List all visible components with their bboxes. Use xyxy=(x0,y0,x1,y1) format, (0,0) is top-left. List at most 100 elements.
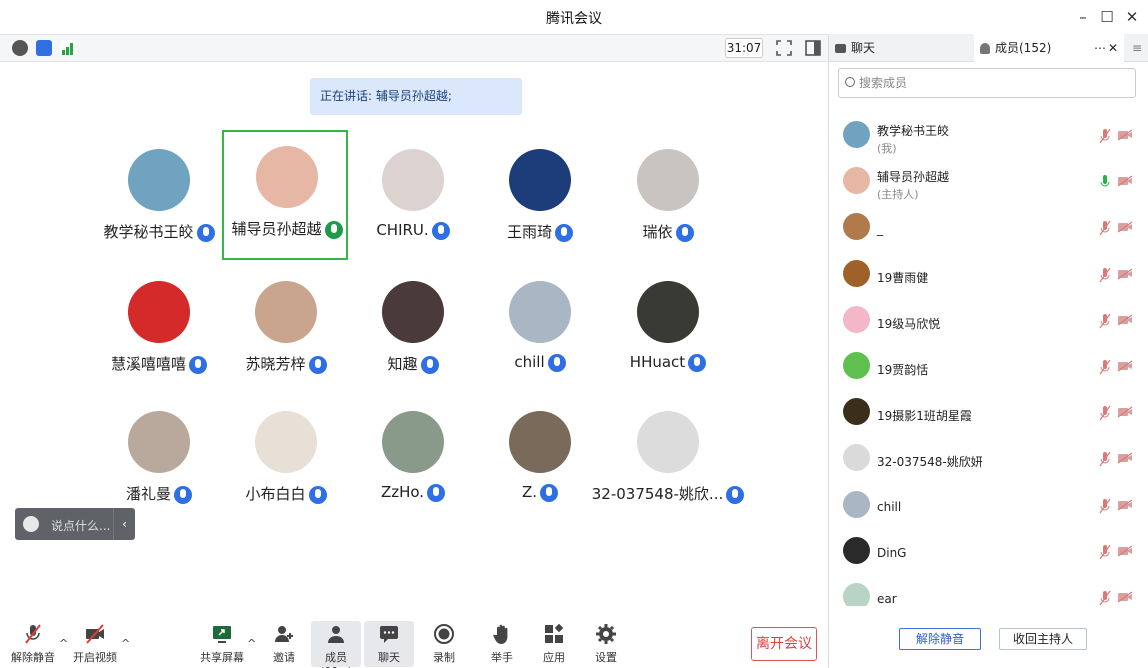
participant-name-text: 辅导员孙超越 xyxy=(231,220,322,238)
video-off-icon[interactable] xyxy=(1117,406,1133,418)
signal-icon[interactable] xyxy=(60,40,76,56)
mic-icon xyxy=(675,223,694,242)
apps-button[interactable]: 应用 xyxy=(529,621,579,667)
member-row[interactable]: 19摄影1班胡星霞 xyxy=(829,391,1148,437)
mic-muted-icon[interactable] xyxy=(1099,544,1111,560)
share-screen-label: 共享屏幕 xyxy=(200,651,244,664)
participant-tile[interactable]: 辅导员孙超越 xyxy=(222,130,348,260)
member-row[interactable]: 19贾韵恬 xyxy=(829,345,1148,391)
record-button[interactable]: 录制 xyxy=(419,621,469,667)
member-name: 32-037548-姚欣妍 xyxy=(877,455,983,469)
mic-muted-icon[interactable] xyxy=(1099,359,1111,375)
avatar xyxy=(128,281,190,343)
share-options-chevron-icon[interactable]: ^ xyxy=(247,637,256,650)
mic-icon xyxy=(688,353,707,372)
participant-name-text: 小布白白 xyxy=(245,485,306,503)
mic-muted-icon[interactable] xyxy=(1099,498,1111,514)
say-something-placeholder: 说点什么... xyxy=(51,519,111,533)
video-off-icon[interactable] xyxy=(1117,314,1133,326)
mic-muted-icon[interactable] xyxy=(1099,590,1111,606)
avatar xyxy=(843,352,870,379)
mic-on-icon[interactable] xyxy=(1099,174,1111,190)
share-screen-button[interactable]: 共享屏幕 xyxy=(197,621,247,667)
info-icon[interactable] xyxy=(12,40,28,56)
unmute-label: 解除静音 xyxy=(11,651,55,664)
start-video-label: 开启视频 xyxy=(73,651,117,664)
participant-name: HHuact xyxy=(585,353,751,372)
video-off-icon[interactable] xyxy=(1117,360,1133,372)
invite-button[interactable]: 邀请 xyxy=(259,621,309,667)
participant-tile[interactable]: 32-037548-姚欣... xyxy=(592,397,745,519)
member-row[interactable]: chill xyxy=(829,484,1148,530)
menu-icon[interactable]: ≡ xyxy=(1127,34,1147,62)
mic-icon xyxy=(547,353,566,372)
shield-icon[interactable] xyxy=(36,40,52,56)
member-row[interactable]: 19曹雨健 xyxy=(829,253,1148,299)
tab-chat[interactable]: 聊天 xyxy=(829,34,974,62)
participant-name-text: 潘礼曼 xyxy=(125,485,171,503)
mic-muted-icon[interactable] xyxy=(1099,128,1111,144)
more-icon[interactable]: ⋯ xyxy=(1094,34,1106,62)
member-name: 19摄影1班胡星霞 xyxy=(877,409,972,423)
close-icon[interactable]: ✕ xyxy=(1121,6,1143,28)
participant-tile[interactable]: 瑞依 xyxy=(605,135,731,257)
settings-button[interactable]: 设置 xyxy=(581,621,631,667)
minimize-icon[interactable]: – xyxy=(1072,6,1094,28)
video-off-icon[interactable] xyxy=(1117,545,1133,557)
video-off-icon[interactable] xyxy=(1117,268,1133,280)
member-name: 19贾韵恬 xyxy=(877,363,929,377)
participant-tile[interactable]: HHuact xyxy=(605,267,731,389)
share-screen-icon xyxy=(213,626,231,643)
mic-icon xyxy=(427,483,446,502)
emoji-icon[interactable] xyxy=(23,516,39,532)
fullscreen-icon[interactable] xyxy=(774,38,794,58)
mic-muted-icon[interactable] xyxy=(1099,405,1111,421)
avatar xyxy=(637,149,699,211)
members-icon xyxy=(328,626,344,643)
start-video-button[interactable]: 开启视频 xyxy=(70,621,120,667)
member-search-input[interactable]: 搜索成员 xyxy=(838,68,1136,98)
gear-icon xyxy=(596,624,616,644)
collapse-chevron-icon[interactable]: ‹ xyxy=(113,508,135,540)
mic-muted-icon[interactable] xyxy=(1099,267,1111,283)
video-off-icon[interactable] xyxy=(1117,452,1133,464)
video-off-icon[interactable] xyxy=(1117,591,1133,603)
chat-button[interactable]: 聊天 xyxy=(364,621,414,667)
close-panel-icon[interactable]: ✕ xyxy=(1108,34,1118,62)
leave-meeting-button[interactable]: 离开会议 xyxy=(751,627,817,661)
mic-icon xyxy=(420,355,439,374)
member-name: 19曹雨健 xyxy=(877,271,929,285)
video-off-icon[interactable] xyxy=(1117,129,1133,141)
member-row[interactable]: 教学秘书王皎 (我) xyxy=(829,114,1148,160)
mic-options-chevron-icon[interactable]: ^ xyxy=(59,637,68,650)
unmute-all-button[interactable]: 解除静音 xyxy=(899,628,981,650)
avatar xyxy=(382,411,444,473)
video-off-icon[interactable] xyxy=(1117,175,1133,187)
member-row[interactable]: 19级马欣悦 xyxy=(829,299,1148,345)
layout-icon[interactable] xyxy=(803,38,823,58)
member-row[interactable]: _ xyxy=(829,206,1148,252)
member-role: (我) xyxy=(877,142,897,155)
member-row[interactable]: 辅导员孙超越 (主持人) xyxy=(829,160,1148,206)
video-off-icon[interactable] xyxy=(1117,499,1133,511)
video-off-icon[interactable] xyxy=(1117,221,1133,233)
search-icon xyxy=(845,77,855,87)
unmute-button[interactable]: 解除静音 xyxy=(8,621,58,667)
raise-hand-button[interactable]: 举手 xyxy=(477,621,527,667)
member-name: _ xyxy=(877,222,883,236)
members-button[interactable]: 成员(99+) xyxy=(311,621,361,668)
member-row[interactable]: 32-037548-姚欣妍 xyxy=(829,437,1148,483)
mic-muted-icon[interactable] xyxy=(1099,220,1111,236)
tab-members[interactable]: 成员(152) ⋯ ✕ xyxy=(974,34,1124,62)
mic-icon xyxy=(555,223,573,242)
participant-name-text: ZzHo. xyxy=(380,483,425,501)
member-row[interactable]: DinG xyxy=(829,530,1148,576)
participant-name-text: 教学秘书王皎 xyxy=(103,223,194,241)
mic-muted-icon[interactable] xyxy=(1099,313,1111,329)
say-something-box[interactable]: 说点什么... ‹ xyxy=(15,508,135,540)
reclaim-host-button[interactable]: 收回主持人 xyxy=(999,628,1087,650)
member-row[interactable]: ear xyxy=(829,576,1148,606)
mic-muted-icon[interactable] xyxy=(1099,451,1111,467)
video-options-chevron-icon[interactable]: ^ xyxy=(121,637,130,650)
maximize-icon[interactable]: ☐ xyxy=(1096,6,1118,28)
